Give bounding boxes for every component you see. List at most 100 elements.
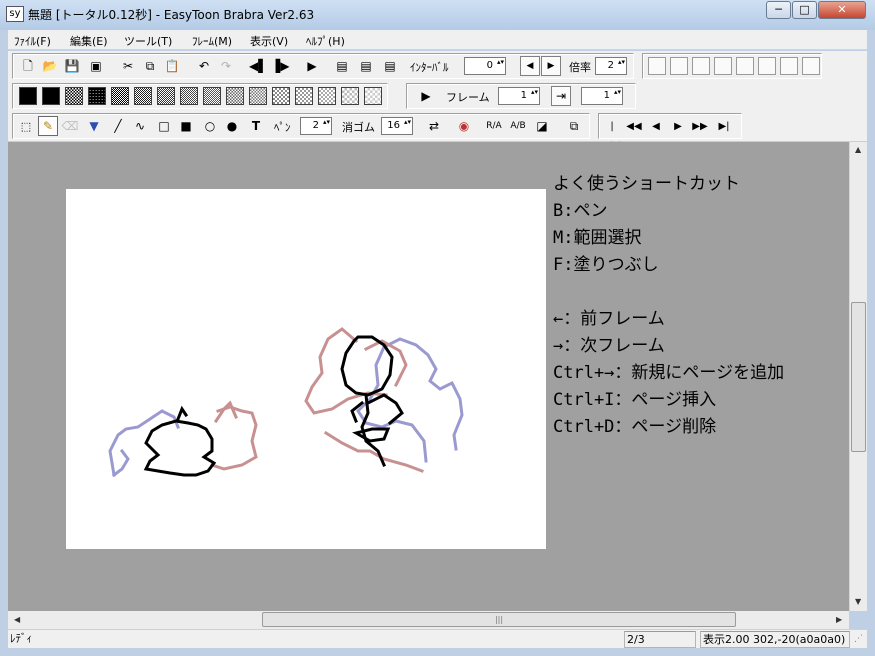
prev-frame-box-icon[interactable]: ◀ (520, 56, 540, 76)
play-forward-step-icon[interactable]: ▐▶ (270, 56, 290, 76)
scroll-left-icon[interactable]: ◀ (14, 615, 20, 624)
pattern-swatch[interactable] (65, 87, 83, 105)
eraser-icon[interactable]: ⌫ (60, 116, 80, 136)
horizontal-scrollbar[interactable]: ◀ ||| ▶ (8, 611, 849, 629)
undo-icon[interactable]: ↶ (194, 56, 214, 76)
menu-frame[interactable]: ﾌﾚｰﾑ(M) (192, 33, 232, 49)
rectangle-icon[interactable]: □ (154, 116, 174, 136)
drawing-canvas[interactable] (66, 189, 546, 549)
eraser-size-spinner[interactable]: 16 (381, 117, 413, 135)
ab-toggle-icon[interactable]: A/B (508, 116, 528, 136)
ra-toggle-icon[interactable]: R/A (484, 116, 504, 136)
step-back-icon[interactable]: ◀ (646, 116, 666, 136)
shortcut-title: よく使うショートカット (553, 174, 740, 194)
palette-slot[interactable] (670, 57, 688, 75)
palette-slot[interactable] (714, 57, 732, 75)
filled-rectangle-icon[interactable]: ■ (176, 116, 196, 136)
frame-spinner-2[interactable]: 1 (581, 87, 623, 105)
play-backward-icon[interactable]: ◀▌ (248, 56, 268, 76)
polyline-icon[interactable]: ∿ (130, 116, 150, 136)
vertical-scrollbar[interactable]: ▲ ▼ (849, 142, 867, 611)
status-ready: ﾚﾃﾞｨ (10, 632, 32, 645)
select-rect-icon[interactable]: ⬚ (16, 116, 36, 136)
layer-order-icon[interactable]: ◪ (532, 116, 552, 136)
menu-help[interactable]: ﾍﾙﾌﾟ(H) (306, 33, 345, 49)
fill-bucket-icon[interactable]: ▼ (84, 116, 104, 136)
export-gif-icon[interactable]: ▣ (86, 56, 106, 76)
toolbar-main: 🗋 📂 💾 ▣ ✂ ⧉ 📋 ↶ ↷ ◀▌ ▐▶ ▶ ▤ ▤ ▤ ｲﾝﾀｰﾊﾞﾙ … (8, 51, 867, 81)
first-frame-icon[interactable]: |◀◀ (602, 116, 622, 151)
pattern-swatch[interactable] (42, 87, 60, 105)
menu-tools[interactable]: ツール(T) (124, 33, 172, 49)
resize-grip-icon[interactable]: ⋰ (854, 634, 863, 644)
pencil-icon[interactable]: ✎ (38, 116, 58, 136)
close-button[interactable]: ✕ (818, 1, 866, 19)
film-frame-insert-icon[interactable]: ▤ (380, 56, 400, 76)
pattern-swatch[interactable] (226, 87, 244, 105)
pattern-swatch[interactable] (318, 87, 336, 105)
play-icon[interactable]: ▶ (302, 56, 322, 76)
interval-label: ｲﾝﾀｰﾊﾞﾙ (410, 61, 449, 74)
save-icon[interactable]: 💾 (62, 56, 82, 76)
shortcut-line: M:範囲選択 (553, 228, 642, 248)
maximize-button[interactable]: □ (792, 1, 817, 19)
color-picker-icon[interactable]: ◉ (454, 116, 474, 136)
pattern-swatch[interactable] (157, 87, 175, 105)
scroll-right-icon[interactable]: ▶ (836, 615, 842, 624)
pattern-swatch[interactable] (134, 87, 152, 105)
line-icon[interactable]: ╱ (108, 116, 128, 136)
palette-slot[interactable] (802, 57, 820, 75)
minimize-button[interactable]: ─ (766, 1, 791, 19)
horizontal-scroll-thumb[interactable]: ||| (262, 612, 736, 627)
pattern-swatch[interactable] (249, 87, 267, 105)
pattern-swatch[interactable] (364, 87, 382, 105)
menu-edit[interactable]: 編集(E) (70, 33, 108, 49)
palette-slot[interactable] (736, 57, 754, 75)
new-file-icon[interactable]: 🗋 (18, 56, 38, 76)
redo-icon[interactable]: ↷ (216, 56, 236, 76)
next-frame-box-icon[interactable]: ▶ (541, 56, 561, 76)
palette-slot[interactable] (758, 57, 776, 75)
copy-icon[interactable]: ⧉ (140, 56, 160, 76)
shortcut-notes: よく使うショートカット B:ペン M:範囲選択 F:塗りつぶし ←：前フレーム … (553, 171, 784, 441)
film-frame-delete-icon[interactable]: ▤ (356, 56, 376, 76)
pattern-swatch[interactable] (203, 87, 221, 105)
app-icon[interactable]: sy (6, 6, 24, 22)
scroll-down-icon[interactable]: ▼ (855, 597, 861, 606)
palette-slot[interactable] (780, 57, 798, 75)
rewind-icon[interactable]: ◀◀ (624, 116, 644, 136)
filled-ellipse-icon[interactable]: ● (222, 116, 242, 136)
pattern-swatch[interactable] (88, 87, 106, 105)
pattern-swatch[interactable] (19, 87, 37, 105)
palette-slot[interactable] (692, 57, 710, 75)
menu-view[interactable]: 表示(V) (250, 33, 288, 49)
step-forward-icon[interactable]: ▶ (668, 116, 688, 136)
resize-canvas-icon[interactable]: ⧉ (564, 116, 584, 136)
film-frame-icon[interactable]: ▤ (332, 56, 352, 76)
pattern-swatch[interactable] (111, 87, 129, 105)
pattern-swatch[interactable] (272, 87, 290, 105)
cut-icon[interactable]: ✂ (118, 56, 138, 76)
pen-size-spinner[interactable]: 2 (300, 117, 332, 135)
pattern-swatch[interactable] (295, 87, 313, 105)
zoom-spinner[interactable]: 2 (595, 57, 627, 75)
frame-label: フレーム (446, 91, 490, 104)
pattern-swatch[interactable] (180, 87, 198, 105)
fast-forward-icon[interactable]: ▶▶ (690, 116, 710, 136)
ellipse-icon[interactable]: ○ (200, 116, 220, 136)
scroll-up-icon[interactable]: ▲ (855, 145, 861, 154)
paste-icon[interactable]: 📋 (162, 56, 182, 76)
frame-jump-icon[interactable]: ⇥ (551, 86, 571, 106)
interval-spinner[interactable]: 0 (464, 57, 506, 75)
open-folder-icon[interactable]: 📂 (40, 56, 60, 76)
pattern-swatch[interactable] (341, 87, 359, 105)
palette-slot[interactable] (648, 57, 666, 75)
frame-play-icon[interactable]: ▶ (416, 86, 436, 106)
swap-colors-icon[interactable]: ⇄ (424, 116, 444, 136)
menu-file[interactable]: ﾌｧｲﾙ(F) (14, 33, 51, 49)
text-tool-icon[interactable]: T (246, 116, 266, 136)
vertical-scroll-thumb[interactable] (851, 302, 866, 452)
last-frame-icon[interactable]: ▶| (714, 116, 734, 136)
shortcut-line: F:塗りつぶし (553, 255, 659, 275)
frame-spinner[interactable]: 1 (498, 87, 540, 105)
